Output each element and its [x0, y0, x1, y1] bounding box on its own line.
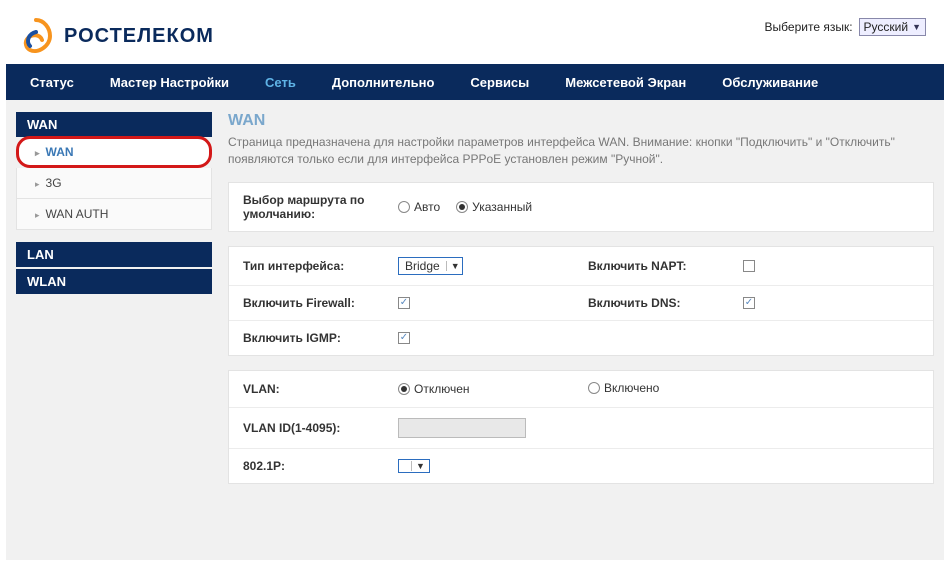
napt-label: Включить NAPT: [588, 259, 743, 273]
brand: РОСТЕЛЕКОМ [16, 16, 214, 56]
nav-services[interactable]: Сервисы [452, 75, 547, 90]
brand-text: РОСТЕЛЕКОМ [64, 25, 214, 48]
panel-vlan: VLAN: Отключен Включено VLAN ID(1-4095): [228, 370, 934, 484]
nav-network[interactable]: Сеть [247, 75, 314, 90]
chevron-down-icon: ▼ [446, 261, 460, 271]
igmp-checkbox[interactable] [398, 332, 410, 344]
nav-firewall[interactable]: Межсетевой Экран [547, 75, 704, 90]
language-selector: Выберите язык: Русский ▼ [765, 18, 926, 36]
route-specified-option[interactable]: Указанный [456, 200, 532, 214]
nav-wizard[interactable]: Мастер Настройки [92, 75, 247, 90]
vlan-8021p-label: 802.1P: [243, 459, 398, 473]
route-label: Выбор маршрута по умолчанию: [243, 193, 398, 221]
radio-icon [398, 201, 410, 213]
header: РОСТЕЛЕКОМ Выберите язык: Русский ▼ [6, 16, 944, 64]
igmp-label: Включить IGMP: [243, 331, 398, 345]
sidebar-head-lan[interactable]: LAN [16, 242, 212, 267]
top-nav: Статус Мастер Настройки Сеть Дополнитель… [6, 64, 944, 100]
route-auto-option[interactable]: Авто [398, 200, 440, 214]
nav-status[interactable]: Статус [12, 75, 92, 90]
language-label: Выберите язык: [765, 20, 853, 34]
vlan-8021p-select[interactable]: ▼ [398, 459, 430, 473]
panel-interface: Тип интерфейса: Bridge▼ Включить NAPT: В… [228, 246, 934, 356]
nav-advanced[interactable]: Дополнительно [314, 75, 453, 90]
iface-type-select[interactable]: Bridge▼ [398, 257, 463, 275]
language-select[interactable]: Русский ▼ [859, 18, 926, 36]
iface-type-label: Тип интерфейса: [243, 259, 398, 273]
sidebar-head-wan[interactable]: WAN [16, 112, 212, 137]
page-title: WAN [228, 112, 934, 130]
radio-icon [588, 382, 600, 394]
sidebar: WAN ▸WAN ▸3G ▸WAN AUTH LAN WLAN [16, 112, 212, 294]
radio-icon [456, 201, 468, 213]
chevron-down-icon: ▼ [411, 461, 425, 471]
main-content: WAN Страница предназначена для настройки… [228, 112, 934, 498]
radio-icon [398, 383, 410, 395]
vlan-id-label: VLAN ID(1-4095): [243, 421, 398, 435]
vlan-off-option[interactable]: Отключен [398, 382, 470, 396]
dns-checkbox[interactable] [743, 297, 755, 309]
sidebar-item-wan[interactable]: ▸WAN [16, 136, 212, 168]
sidebar-item-wan-auth[interactable]: ▸WAN AUTH [16, 199, 212, 230]
vlan-on-option[interactable]: Включено [588, 381, 659, 395]
logo-icon [16, 16, 56, 56]
vlan-label: VLAN: [243, 382, 398, 396]
firewall-label: Включить Firewall: [243, 296, 398, 310]
page-description: Страница предназначена для настройки пар… [228, 134, 934, 168]
dns-label: Включить DNS: [588, 296, 743, 310]
nav-maintenance[interactable]: Обслуживание [704, 75, 836, 90]
vlan-id-input[interactable] [398, 418, 526, 438]
napt-checkbox[interactable] [743, 260, 755, 272]
panel-route: Выбор маршрута по умолчанию: Авто Указан… [228, 182, 934, 232]
sidebar-item-3g[interactable]: ▸3G [16, 168, 212, 199]
firewall-checkbox[interactable] [398, 297, 410, 309]
sidebar-head-wlan[interactable]: WLAN [16, 269, 212, 294]
chevron-down-icon: ▼ [912, 22, 921, 32]
